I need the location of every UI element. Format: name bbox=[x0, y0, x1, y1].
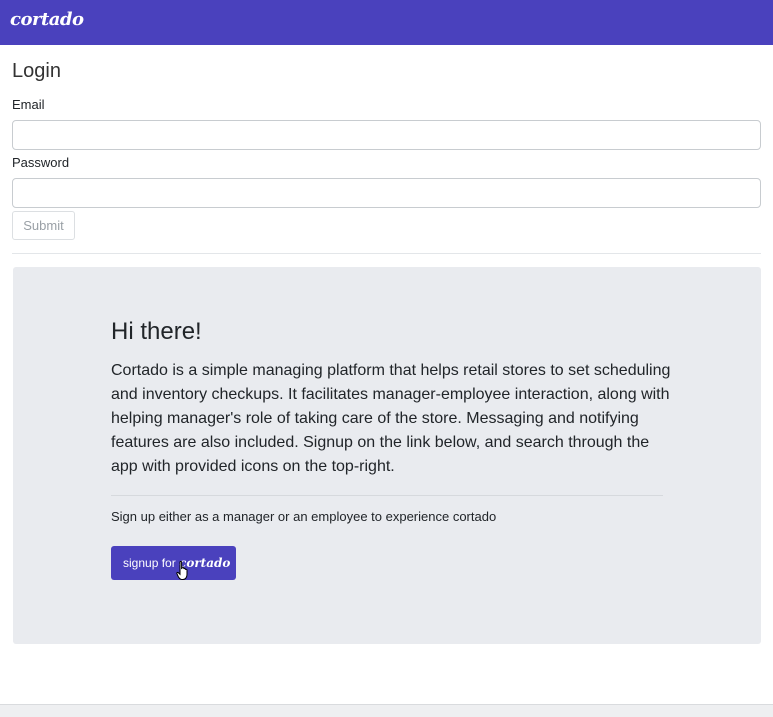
submit-button[interactable]: Submit bbox=[12, 211, 75, 240]
email-label: Email bbox=[12, 97, 45, 112]
brand-logo-link[interactable]: cortado bbox=[10, 9, 84, 30]
intro-heading: Hi there! bbox=[111, 318, 202, 345]
signup-button[interactable]: signup for cortado bbox=[111, 546, 236, 580]
section-divider bbox=[12, 253, 761, 254]
password-field[interactable] bbox=[12, 178, 761, 208]
password-label: Password bbox=[12, 155, 70, 170]
email-field[interactable] bbox=[12, 120, 761, 150]
login-heading: Login bbox=[12, 60, 61, 82]
signup-note: Sign up either as a manager or an employ… bbox=[111, 509, 497, 524]
top-navbar: cortado bbox=[0, 0, 773, 45]
signup-button-label: signup for bbox=[123, 556, 180, 570]
intro-description: Cortado is a simple managing platform th… bbox=[111, 362, 671, 475]
intro-divider bbox=[111, 495, 663, 496]
hand-cursor-icon bbox=[176, 561, 188, 580]
bottom-scroll-area bbox=[0, 704, 773, 717]
